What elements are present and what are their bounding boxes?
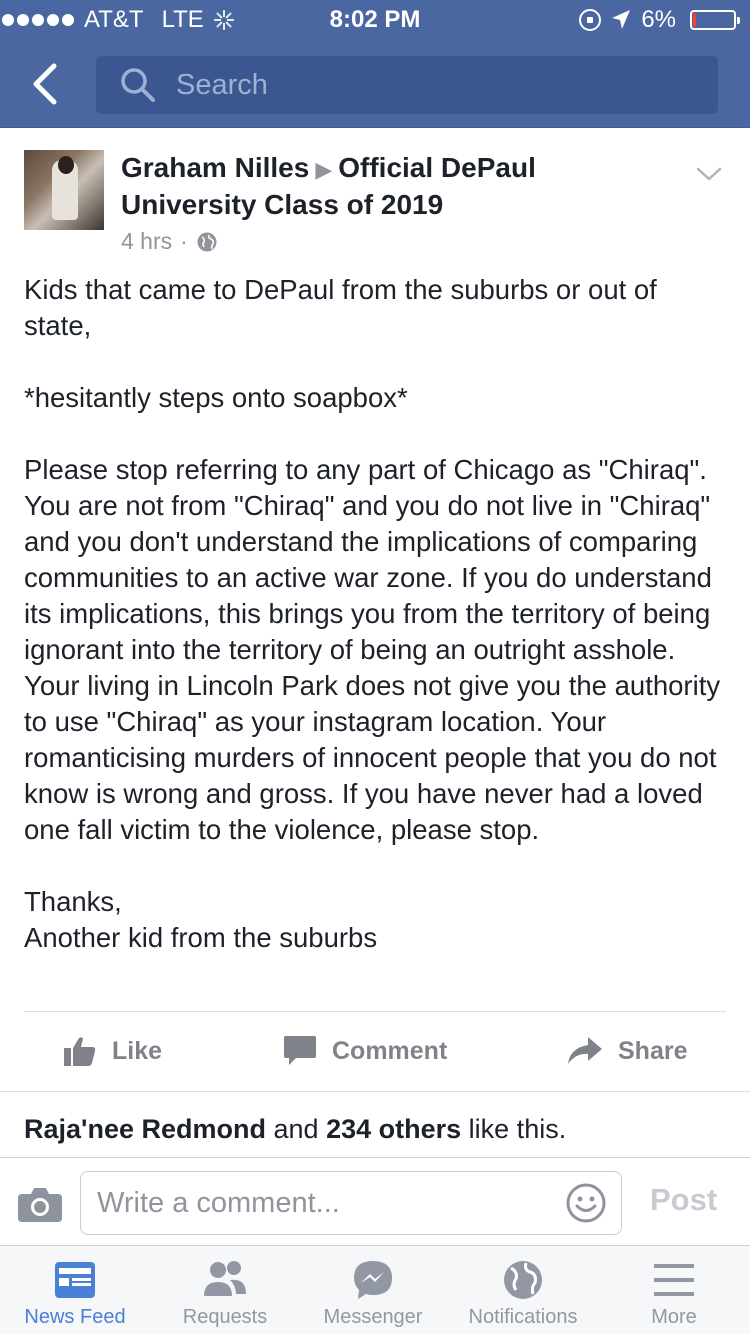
arrow-right-icon: ▶ bbox=[315, 157, 333, 182]
camera-icon[interactable] bbox=[18, 1186, 62, 1222]
search-input[interactable]: Search bbox=[96, 56, 718, 114]
avatar[interactable] bbox=[24, 150, 104, 230]
post-actions: Like Comment Share bbox=[0, 1020, 750, 1082]
thumbs-up-icon bbox=[64, 1037, 96, 1066]
like-button[interactable]: Like bbox=[64, 1020, 162, 1082]
status-bar: AT&T LTE 8:02 PM 6% bbox=[0, 0, 750, 40]
comment-button[interactable]: Comment bbox=[284, 1020, 447, 1082]
liker-name[interactable]: Raja'nee Redmond bbox=[24, 1114, 266, 1144]
smiley-icon[interactable] bbox=[565, 1182, 607, 1224]
globe-icon bbox=[504, 1261, 542, 1299]
search-icon bbox=[121, 68, 155, 102]
post-paragraph: Thanks, Another kid from the suburbs bbox=[24, 886, 378, 953]
tab-label: Messenger bbox=[323, 1306, 423, 1328]
meta-separator: · bbox=[180, 228, 188, 254]
tab-news-feed[interactable]: News Feed bbox=[0, 1246, 150, 1335]
menu-icon bbox=[654, 1264, 694, 1296]
speech-bubble-icon bbox=[284, 1036, 316, 1065]
comment-label: Comment bbox=[332, 1036, 448, 1065]
comment-placeholder: Write a comment... bbox=[97, 1186, 340, 1219]
tab-label: Notifications bbox=[468, 1306, 578, 1328]
chevron-down-icon[interactable] bbox=[696, 164, 722, 184]
post-paragraph: Kids that came to DePaul from the suburb… bbox=[24, 274, 657, 341]
tab-notifications[interactable]: Notifications bbox=[448, 1246, 598, 1335]
share-arrow-icon bbox=[568, 1037, 602, 1064]
news-feed-icon bbox=[55, 1262, 95, 1298]
divider bbox=[0, 1091, 750, 1092]
top-bar: AT&T LTE 8:02 PM 6% Search bbox=[0, 0, 750, 128]
messenger-icon bbox=[354, 1261, 392, 1299]
post-meta: 4 hrs · bbox=[121, 228, 218, 255]
comment-input[interactable]: Write a comment... bbox=[80, 1171, 622, 1235]
battery-icon bbox=[690, 10, 740, 30]
search-placeholder: Search bbox=[176, 68, 268, 101]
likes-others[interactable]: 234 others bbox=[326, 1114, 461, 1144]
post-time[interactable]: 4 hrs bbox=[121, 228, 172, 255]
share-button[interactable]: Share bbox=[568, 1020, 687, 1082]
comment-composer: Write a comment... Post bbox=[0, 1157, 750, 1245]
post-paragraph: Please stop referring to any part of Chi… bbox=[24, 454, 721, 845]
like-label: Like bbox=[112, 1036, 163, 1065]
tab-bar: News Feed Requests Messenger Notificatio… bbox=[0, 1245, 750, 1334]
post-header: Graham Nilles ▶ Official DePaul University… bbox=[0, 128, 750, 268]
tab-messenger[interactable]: Messenger bbox=[298, 1246, 448, 1335]
post-body: Kids that came to DePaul from the suburb… bbox=[24, 272, 730, 956]
divider bbox=[24, 1011, 726, 1012]
likes-suffix: like this. bbox=[468, 1114, 567, 1144]
likes-summary[interactable]: Raja'nee Redmond and 234 others like thi… bbox=[24, 1114, 566, 1145]
post-comment-button[interactable]: Post bbox=[650, 1182, 717, 1218]
battery-percent: 6% bbox=[641, 6, 676, 33]
post-title: Graham Nilles ▶ Official DePaul University… bbox=[121, 150, 641, 222]
tab-more[interactable]: More bbox=[599, 1246, 749, 1335]
tab-label: More bbox=[651, 1306, 697, 1328]
tab-label: News Feed bbox=[24, 1306, 126, 1328]
tab-requests[interactable]: Requests bbox=[150, 1246, 300, 1335]
globe-icon bbox=[197, 232, 217, 251]
rotation-lock-icon bbox=[579, 9, 602, 31]
back-button[interactable] bbox=[26, 62, 66, 106]
requests-icon bbox=[204, 1261, 246, 1296]
likes-and: and bbox=[273, 1114, 319, 1144]
post-paragraph: *hesitantly steps onto soapbox* bbox=[24, 382, 408, 413]
tab-label: Requests bbox=[182, 1306, 268, 1328]
share-label: Share bbox=[618, 1036, 688, 1065]
location-arrow-icon bbox=[612, 10, 631, 29]
author-name[interactable]: Graham Nilles bbox=[121, 152, 309, 183]
